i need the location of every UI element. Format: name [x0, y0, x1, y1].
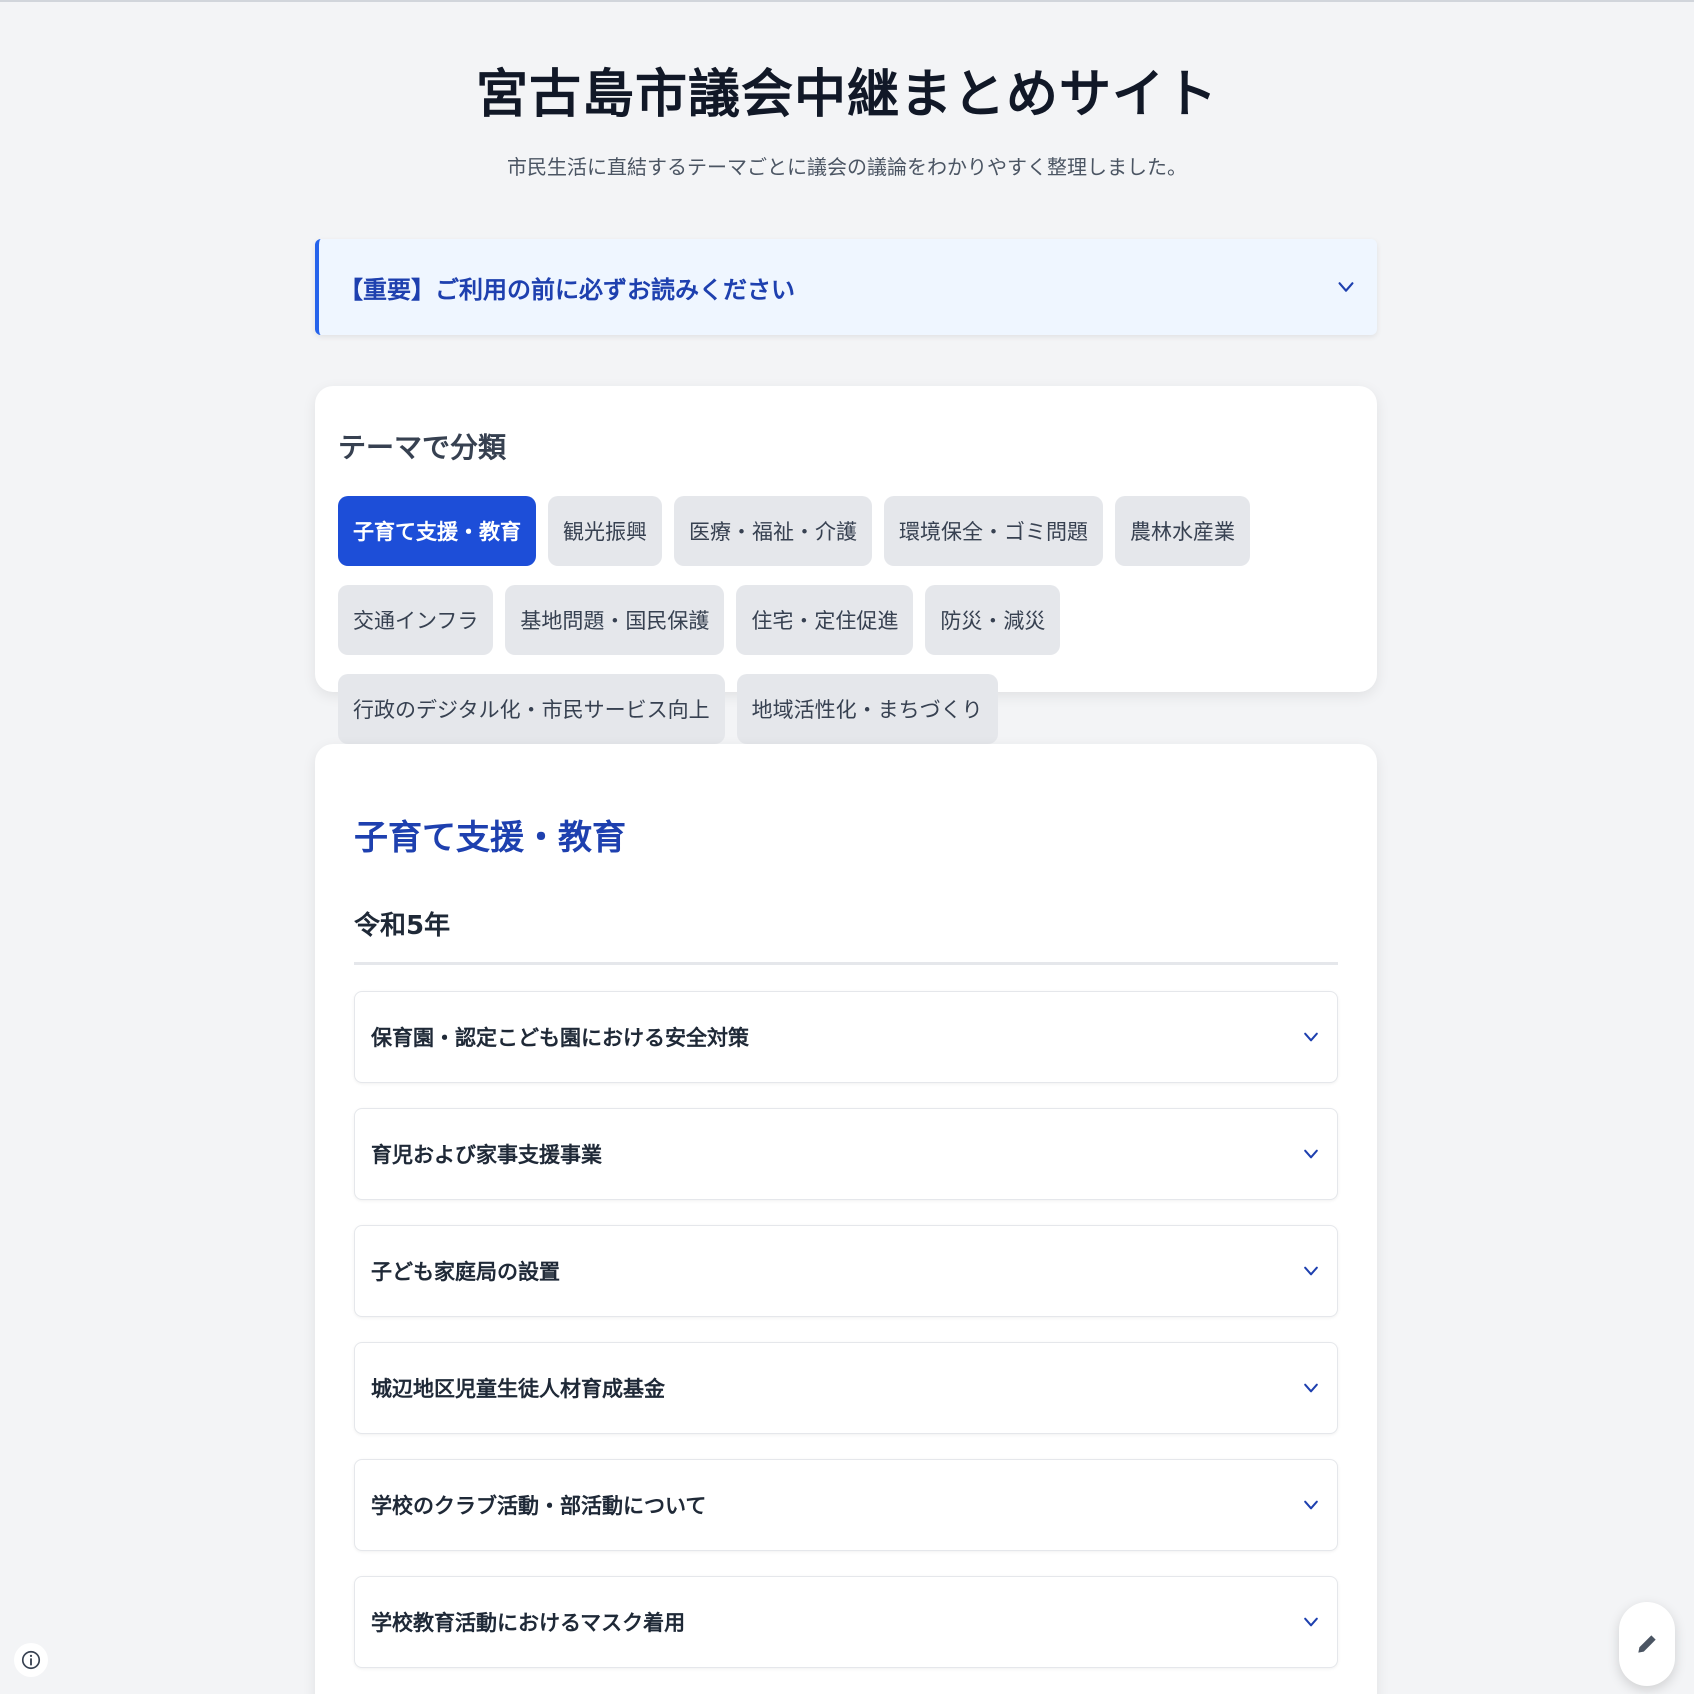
topic-accordion[interactable]: 育児および家事支援事業	[354, 1108, 1338, 1200]
chevron-down-icon	[1304, 1032, 1318, 1042]
info-icon	[21, 1650, 41, 1670]
chevron-down-icon	[1338, 282, 1354, 292]
notice-label: 【重要】ご利用の前に必ずお読みください	[339, 275, 795, 304]
section-title: 子育て支援・教育	[354, 818, 626, 858]
theme-button[interactable]: 環境保全・ゴミ問題	[884, 496, 1103, 566]
theme-button-list: 子育て支援・教育 観光振興 医療・福祉・介護 環境保全・ゴミ問題 農林水産業交通インフラ…	[338, 496, 1354, 744]
theme-button[interactable]: 地域活性化・まちづくり	[736, 674, 998, 744]
topic-accordion[interactable]: 学校教育活動におけるマスク着用	[354, 1576, 1338, 1668]
topic-label: 学校のクラブ活動・部活動について	[371, 1494, 707, 1518]
topic-label: 城辺地区児童生徒人材育成基金	[371, 1377, 665, 1401]
theme-filter-card: テーマで分類 子育て支援・教育 観光振興 医療・福祉・介護 環境保全・ゴミ問題 農林水産…	[315, 386, 1377, 744]
theme-button[interactable]: 医療・福祉・介護	[674, 496, 872, 566]
topic-label: 保育園・認定こども園における安全対策	[371, 1026, 749, 1050]
important-notice-toggle[interactable]: 【重要】ご利用の前に必ずお読みください	[315, 239, 1377, 335]
topic-accordion[interactable]: 学校のクラブ活動・部活動について	[354, 1459, 1338, 1551]
topic-accordion[interactable]: 保育園・認定こども園における安全対策	[354, 991, 1338, 1083]
chevron-down-icon	[1304, 1266, 1318, 1276]
year-heading: 令和5年	[354, 905, 1338, 965]
page: 宮古島市議会中継まとめサイト 市民生活に直結するテーマごとに議会の議論をわかりや…	[0, 0, 1694, 1694]
content-card: 子育て支援・教育 令和5年 保育園・認定こども園における安全対策 育児および家事支…	[315, 744, 1377, 1694]
theme-button[interactable]: 行政のデジタル化・市民サービス向上	[338, 674, 725, 744]
topic-label: 学校教育活動におけるマスク着用	[371, 1611, 686, 1635]
theme-button[interactable]: 住宅・定住促進	[736, 585, 914, 655]
topic-label: 育児および家事支援事業	[371, 1143, 602, 1167]
theme-button[interactable]: 観光振興	[548, 496, 662, 566]
chevron-down-icon	[1304, 1383, 1318, 1393]
site-subtitle: 市民生活に直結するテーマごとに議会の議論をわかりやすく整理しました。	[507, 155, 1187, 179]
topic-accordion[interactable]: 子ども家庭局の設置	[354, 1225, 1338, 1317]
topic-list: 保育園・認定こども園における安全対策 育児および家事支援事業 子ども家庭局の設置城辺…	[354, 991, 1338, 1668]
site-title: 宮古島市議会中継まとめサイト	[475, 65, 1218, 125]
theme-button[interactable]: 農林水産業	[1115, 496, 1250, 566]
chevron-down-icon	[1304, 1500, 1318, 1510]
theme-button[interactable]: 防災・減災	[925, 585, 1061, 655]
topic-label: 子ども家庭局の設置	[371, 1260, 560, 1284]
info-button[interactable]	[14, 1643, 48, 1677]
topic-accordion[interactable]: 城辺地区児童生徒人材育成基金	[354, 1342, 1338, 1434]
site-header: 宮古島市議会中継まとめサイト 市民生活に直結するテーマごとに議会の議論をわかりや…	[0, 0, 1694, 180]
chevron-down-icon	[1304, 1617, 1318, 1627]
edit-button[interactable]	[1619, 1602, 1675, 1686]
chevron-down-icon	[1304, 1149, 1318, 1159]
theme-heading: テーマで分類	[338, 431, 507, 464]
pencil-icon	[1638, 1635, 1656, 1653]
theme-button[interactable]: 子育て支援・教育	[338, 496, 536, 566]
theme-button[interactable]: 交通インフラ	[338, 585, 494, 655]
top-divider	[0, 0, 1694, 2]
theme-button[interactable]: 基地問題・国民保護	[505, 585, 725, 655]
